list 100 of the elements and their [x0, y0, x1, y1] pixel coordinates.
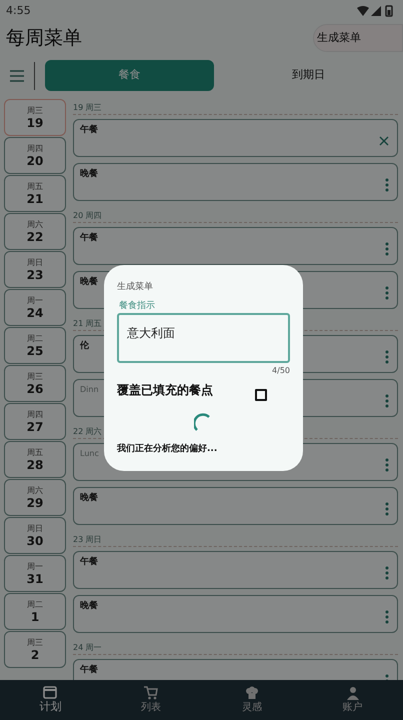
checkbox-label: 覆盖已填充的餐点 [117, 382, 213, 398]
date-item[interactable]: 周日 30 [4, 517, 66, 554]
day-number: 26 [26, 382, 44, 396]
meal-label: 午餐 [80, 232, 98, 245]
date-item[interactable]: 周六 22 [4, 213, 66, 250]
character-counter: 4/50 [272, 364, 290, 376]
more-icon[interactable] [385, 178, 389, 192]
date-item[interactable]: 周三 2 [4, 631, 66, 668]
meal-card[interactable]: 午餐 [73, 659, 398, 680]
calendar-icon [43, 684, 58, 699]
day-number: 1 [30, 610, 40, 624]
menu-icon [10, 70, 24, 82]
date-item[interactable]: 周六 29 [4, 479, 66, 516]
meal-label: 晚餐 [80, 492, 98, 505]
date-item[interactable]: 周四 20 [4, 137, 66, 174]
checkbox[interactable] [255, 388, 267, 400]
more-icon[interactable] [385, 286, 389, 300]
day-number: 2 [30, 648, 40, 662]
meal-card[interactable]: 午餐 [73, 551, 398, 589]
weekday-label: 周二 [27, 334, 43, 344]
day-number: 23 [26, 268, 44, 282]
date-item[interactable]: 周日 23 [4, 251, 66, 288]
day-number: 28 [26, 458, 44, 472]
day-heading: 19 周三 [73, 102, 102, 114]
weekday-label: 周日 [27, 258, 43, 268]
day-number: 21 [26, 192, 44, 206]
nav-item[interactable]: 计划 [10, 684, 90, 716]
page-title: 每周菜单 [6, 26, 82, 51]
day-number: 24 [26, 306, 44, 320]
nav-item[interactable]: 灵感 [212, 686, 292, 714]
date-item[interactable]: 周一 24 [4, 289, 66, 326]
day-number: 20 [26, 154, 44, 168]
meal-label: 晚餐 [80, 600, 98, 613]
more-icon[interactable] [385, 502, 389, 516]
weekday-label: 周日 [27, 524, 43, 534]
chef-hat-icon [244, 686, 259, 700]
field-value: 意大利面 [127, 326, 175, 340]
date-item[interactable]: 周三 19 [4, 99, 66, 136]
meal-card[interactable]: 晚餐 [73, 595, 398, 633]
more-icon[interactable] [385, 350, 389, 364]
day-number: 30 [26, 534, 44, 548]
weekday-label: 周六 [27, 486, 43, 496]
meal-label: 晚餐 [80, 276, 98, 289]
date-item[interactable]: 周四 27 [4, 403, 66, 440]
meal-card[interactable]: 晚餐 [73, 487, 398, 525]
weekday-label: 周一 [27, 296, 43, 306]
date-item[interactable]: 周五 28 [4, 441, 66, 478]
instructions-field[interactable]: 意大利面 [117, 312, 290, 362]
weekday-label: 周六 [27, 220, 43, 230]
more-icon[interactable] [385, 394, 389, 408]
meal-label: 晚餐 [80, 168, 98, 181]
more-icon[interactable] [385, 566, 389, 580]
day-number: 19 [26, 116, 44, 130]
meal-label: 午餐 [80, 664, 98, 677]
day-number: 25 [26, 344, 44, 358]
more-icon[interactable] [385, 242, 389, 256]
weekday-label: 周四 [27, 144, 43, 154]
weekday-label: 周一 [27, 562, 43, 572]
generate-menu-button[interactable]: 生成菜单 [313, 24, 403, 52]
nav-item[interactable]: 列表 [111, 686, 192, 714]
meal-label: 午餐 [80, 556, 98, 569]
day-heading: 23 周日 [73, 534, 102, 546]
day-heading: 20 周四 [73, 210, 102, 222]
person-icon [346, 686, 360, 700]
loading-text: 我们正在分析您的偏好... [117, 442, 218, 456]
day-heading: 22 周六 [73, 426, 102, 438]
day-heading: 24 周一 [73, 642, 102, 654]
weekday-label: 周三 [27, 106, 43, 116]
status-time: 4:55 [6, 2, 31, 19]
cart-icon [144, 686, 158, 700]
meal-card[interactable]: 午餐 [73, 227, 398, 265]
meal-card[interactable]: 午餐 [73, 119, 398, 157]
date-item[interactable]: 周三 26 [4, 365, 66, 402]
tab[interactable]: 到期日 [224, 60, 393, 91]
more-icon[interactable] [385, 610, 389, 624]
close-icon[interactable] [379, 136, 389, 146]
weekday-label: 周四 [27, 410, 43, 420]
weekday-label: 周二 [27, 600, 43, 610]
meal-card[interactable]: 晚餐 [73, 163, 398, 201]
more-icon[interactable] [385, 458, 389, 472]
dialog-title: 生成菜单 [117, 281, 154, 294]
day-number: 31 [26, 572, 44, 586]
date-item[interactable]: 周五 21 [4, 175, 66, 212]
field-label: 餐食指示 [118, 300, 155, 312]
weekday-label: 周三 [27, 638, 43, 648]
meal-label: 午餐 [80, 124, 98, 137]
weekday-label: 周三 [27, 372, 43, 382]
date-item[interactable]: 周二 1 [4, 593, 66, 630]
meal-label: 伦 [80, 340, 89, 353]
tab[interactable]: 餐食 [45, 60, 214, 91]
date-item[interactable]: 周一 31 [4, 555, 66, 592]
nav-item[interactable]: 账户 [312, 686, 393, 714]
weekday-label: 周五 [27, 182, 43, 192]
meal-label: Dinn [80, 384, 99, 396]
day-number: 22 [26, 230, 44, 244]
day-heading: 21 周五 [73, 318, 102, 330]
day-number: 29 [26, 496, 44, 510]
date-item[interactable]: 周二 25 [4, 327, 66, 364]
weekday-label: 周五 [27, 448, 43, 458]
meal-label: Lunc [80, 448, 99, 460]
